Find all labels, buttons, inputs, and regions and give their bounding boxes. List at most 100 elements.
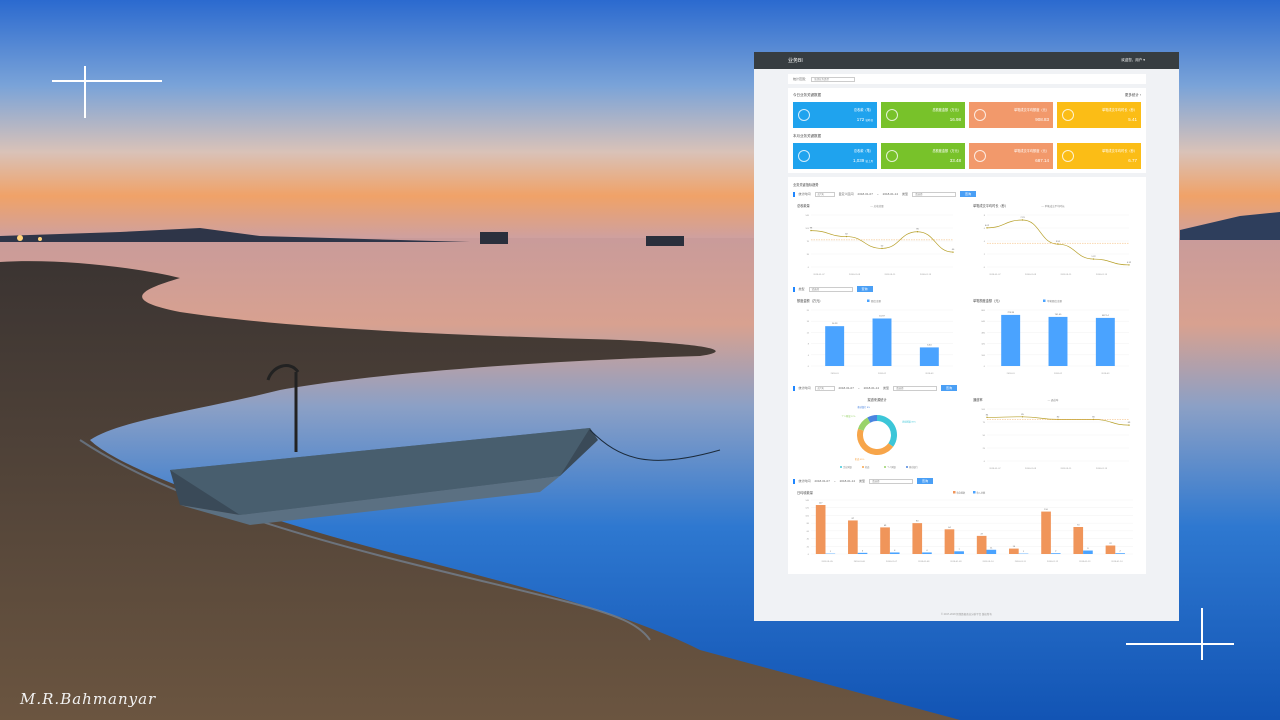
user-menu[interactable]: 欢迎您，用户 ▾ [1121,58,1145,63]
chart-title: 通道率 [973,397,983,402]
month-section-title: 本月业务关键数据 [793,134,821,138]
data-label: 40 [952,249,955,251]
trend-controls-2: 类型 请选择 查询 [793,286,1141,292]
y-tick-label: 0 [984,267,986,269]
data-point [810,229,812,232]
range-label: 统计时间 [798,386,811,390]
data-label: 110 [1044,509,1048,511]
y-tick-label: 120 [805,508,809,510]
data-label: 47 [980,533,983,535]
legend-label: — 单笔成交平均时长 [1041,204,1065,208]
x-tick-label: 2018-01-13 [920,274,932,276]
chart-title: 单笔成交平均时长（秒） [973,203,1008,208]
y-tick-label: 8 [984,215,986,217]
chart-daily-payments: 日均收款量 收款笔数 收入金额02040608010012014012712018-… [797,490,1133,563]
scope-filter-select[interactable]: 全部业务类型 [811,76,856,82]
query-button[interactable]: 查询 [917,478,934,484]
y-tick-label: 6 [984,228,986,230]
legend-label: 个人网银 [887,465,897,469]
kpi-month-amount[interactable]: 总额度金额（万元） 33.48 [881,143,965,169]
date-label: 自定义区间 [838,192,854,196]
bar [889,552,900,554]
today-kpi-row: 总收款（笔） 172 较昨日 总额度金额（万元） 16.98 单笔成交平均额度（… [793,102,1141,128]
date-from-input[interactable]: 2018-01-07 [815,479,830,483]
data-label: 3 [862,550,864,552]
data-label: 2 [1055,551,1057,553]
type-select[interactable]: 请选择 [869,478,914,484]
x-tick-label: 2018-01-08 [918,561,930,563]
pie-slice [857,417,871,431]
data-point [1057,418,1059,421]
x-tick-label: 2018-01-07 [989,274,1001,276]
legend-label: 收入金额 [977,491,987,495]
kpi-today-payments[interactable]: 总收款（笔） 172 较昨日 [793,102,877,128]
query-button[interactable]: 查询 [960,191,977,197]
date-from-input[interactable]: 2018-01-07 [839,386,854,390]
yuan-icon [974,150,986,162]
x-tick-label: 2018-01 [831,373,840,375]
x-tick-label: 2018-01-05 [821,561,833,563]
x-tick-label: 2018-01-12 [1047,561,1059,563]
month-kpi-row: 总收款（笔） 1,039 较上月 总额度金额（万元） 33.48 单笔成交平均额… [793,143,1141,169]
data-label: 70 [1077,525,1080,527]
date-to-input[interactable]: 2018-01-14 [883,192,898,196]
legend-label: 额度金额 [871,299,882,303]
range-label: 统计时间 [798,192,811,196]
legend-label: 单笔额度金额 [1047,299,1063,303]
x-tick-label: 2018-01-09 [1025,468,1037,469]
y-tick-label: 2 [984,254,986,256]
chart-avg-time: 单笔成交平均时长（秒） — 单笔成交平均时长 0 2 4 6 8 6.02 7.23 3.51 1.… [973,203,1132,276]
date-to-input[interactable]: 2018-01-14 [864,386,879,390]
footer-copyright: © 2017-2018 智慧数据商业分析平台 版权所有 [941,613,992,616]
slice-label: 个人网银 12% [842,414,856,418]
kpi-today-avg-time[interactable]: 单笔成交平均时长（秒） 5.41 [1057,102,1141,128]
data-point [986,416,988,419]
y-tick-label: 70 [807,241,810,243]
kpi-today-avg-amount[interactable]: 单笔成交平均额度（元） 908.83 [969,102,1053,128]
x-tick-label: 2018-02 [878,373,887,375]
kpi-today-amount[interactable]: 总额度金额（万元） 16.98 [881,102,965,128]
data-point [1128,264,1130,266]
scope-filter-bar: 统计范围： 全部业务类型 [788,74,1146,84]
y-tick-label: 0 [808,554,810,556]
chart-total-payments: 总收款量 — 总收款量0357010514098825095402018-01-0… [797,203,955,276]
x-tick-label: 2018-01-13 [1096,468,1108,469]
dashboard-content: 统计范围： 全部业务类型 今日业务关键数据 更多统计 › 总收款（笔） 172 … [788,74,1146,574]
layers-icon [798,150,810,162]
range-select[interactable]: 近7天 [814,385,835,391]
kpi-month-avg-amount[interactable]: 单笔成交平均额度（元） 687.14 [969,143,1053,169]
query-button[interactable]: 查询 [856,286,873,292]
type-select[interactable]: 请选择 [912,191,957,197]
date-from-input[interactable]: 2018-01-07 [858,192,873,196]
data-label: 16.97 [879,315,885,317]
type-select[interactable]: 请选择 [808,286,853,292]
y-tick-label: 50 [983,435,986,437]
legend-label: 柜面 [865,465,870,469]
y-tick-label: 100 [805,515,809,517]
bar [1001,314,1021,366]
y-tick-label: 12 [807,332,810,334]
data-label: 87 [852,518,855,520]
data-label: 1 [830,551,832,553]
trend-controls-4: 统计时间 2018-01-07 ~ 2018-01-14 类型 请选择 查询 [793,478,1141,484]
coins-icon [886,109,898,121]
kpi-subtext: 较上月 [865,160,873,163]
x-tick-label: 2018-01-13 [1079,561,1091,563]
type-select[interactable]: 请选择 [893,385,938,391]
trend-section-title: 业务关键指标趋势 [793,183,819,187]
date-to-input[interactable]: 2018-01-14 [840,479,855,483]
bar [1009,548,1019,554]
data-label: 2 [1120,551,1122,553]
kpi-month-avg-time[interactable]: 单笔成交平均时长（秒） 6.77 [1057,143,1141,169]
query-button[interactable]: 查询 [941,385,958,391]
chart-title: 渠道来源统计 [867,397,887,402]
data-label: 687.14 [1102,315,1109,317]
more-stats-link[interactable]: 更多统计 › [1125,93,1141,98]
y-tick-label: 0 [984,461,986,463]
x-tick-label: 2018-01-11 [884,274,896,276]
photographer-signature: M.R.Bahmanyar [20,690,157,708]
data-point [952,251,954,253]
kpi-month-payments[interactable]: 总收款（笔） 1,039 较上月 [793,143,877,169]
range-select[interactable]: 近7天 [814,191,835,197]
y-tick-label: 4 [984,241,986,243]
